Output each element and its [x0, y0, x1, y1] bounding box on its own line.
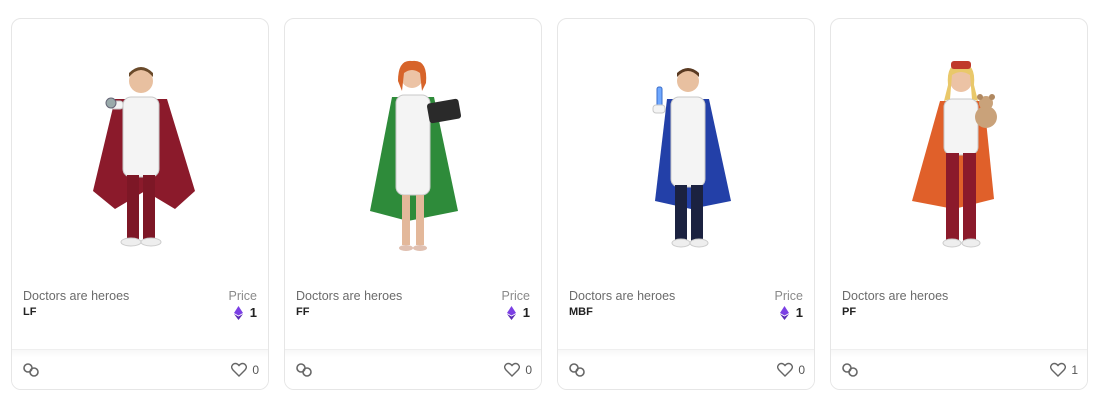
collection-name[interactable]: Doctors are heroes [569, 289, 675, 303]
price-value: 1 [233, 305, 257, 320]
chain-link-icon[interactable] [22, 362, 40, 378]
item-name[interactable]: PF [842, 306, 856, 318]
card-footer: 1 [831, 349, 1087, 389]
like-count: 0 [798, 362, 805, 377]
chain-link-icon[interactable] [568, 362, 586, 378]
collection-name[interactable]: Doctors are heroes [23, 289, 129, 303]
chain-link-icon[interactable] [841, 362, 859, 378]
item-name[interactable]: FF [296, 306, 309, 318]
ethereum-icon [779, 305, 789, 320]
chain-link-icon[interactable] [295, 362, 313, 378]
hero-nurse-illustration [912, 61, 997, 248]
nft-image[interactable] [285, 19, 541, 281]
card-info: Doctors are heroes PF [842, 287, 1076, 347]
like-button[interactable]: 1 [1050, 362, 1078, 377]
card-info: Doctors are heroes FF Price 1 [296, 287, 530, 347]
like-count: 0 [525, 362, 532, 377]
hero-doctor-illustration [370, 60, 462, 251]
card-footer: 0 [558, 349, 814, 389]
price-label: Price [774, 289, 803, 303]
ethereum-icon [506, 305, 516, 320]
price-label: Price [501, 289, 530, 303]
price-amount: 1 [795, 305, 803, 320]
collection-name[interactable]: Doctors are heroes [842, 289, 948, 303]
price-value: 1 [506, 305, 530, 320]
price-value: 1 [779, 305, 803, 320]
item-name[interactable]: MBF [569, 306, 593, 318]
like-count: 0 [252, 362, 259, 377]
nft-card[interactable]: Doctors are heroes FF Price 1 0 [284, 18, 542, 390]
nft-image[interactable] [558, 19, 814, 281]
nft-card[interactable]: Doctors are heroes MBF Price 1 0 [557, 18, 815, 390]
heart-icon [1050, 362, 1067, 377]
nft-image[interactable] [12, 19, 268, 281]
price-amount: 1 [522, 305, 530, 320]
item-name[interactable]: LF [23, 306, 36, 318]
like-button[interactable]: 0 [231, 362, 259, 377]
card-footer: 0 [285, 349, 541, 389]
heart-icon [777, 362, 794, 377]
nft-card[interactable]: Doctors are heroes LF Price 1 0 [11, 18, 269, 390]
card-info: Doctors are heroes MBF Price 1 [569, 287, 803, 347]
heart-icon [231, 362, 248, 377]
hero-doctor-illustration [93, 67, 195, 247]
price-amount: 1 [249, 305, 257, 320]
like-count: 1 [1071, 362, 1078, 377]
collection-name[interactable]: Doctors are heroes [296, 289, 402, 303]
card-info: Doctors are heroes LF Price 1 [23, 287, 257, 347]
card-footer: 0 [12, 349, 268, 389]
ethereum-icon [233, 305, 243, 320]
heart-icon [504, 362, 521, 377]
price-label: Price [228, 289, 257, 303]
nft-card-grid: Doctors are heroes LF Price 1 0 Doctors … [0, 0, 1100, 407]
like-button[interactable]: 0 [504, 362, 532, 377]
like-button[interactable]: 0 [777, 362, 805, 377]
nft-image[interactable] [831, 19, 1087, 281]
nft-card[interactable]: Doctors are heroes PF 1 [830, 18, 1088, 390]
hero-doctor-illustration [652, 68, 731, 248]
